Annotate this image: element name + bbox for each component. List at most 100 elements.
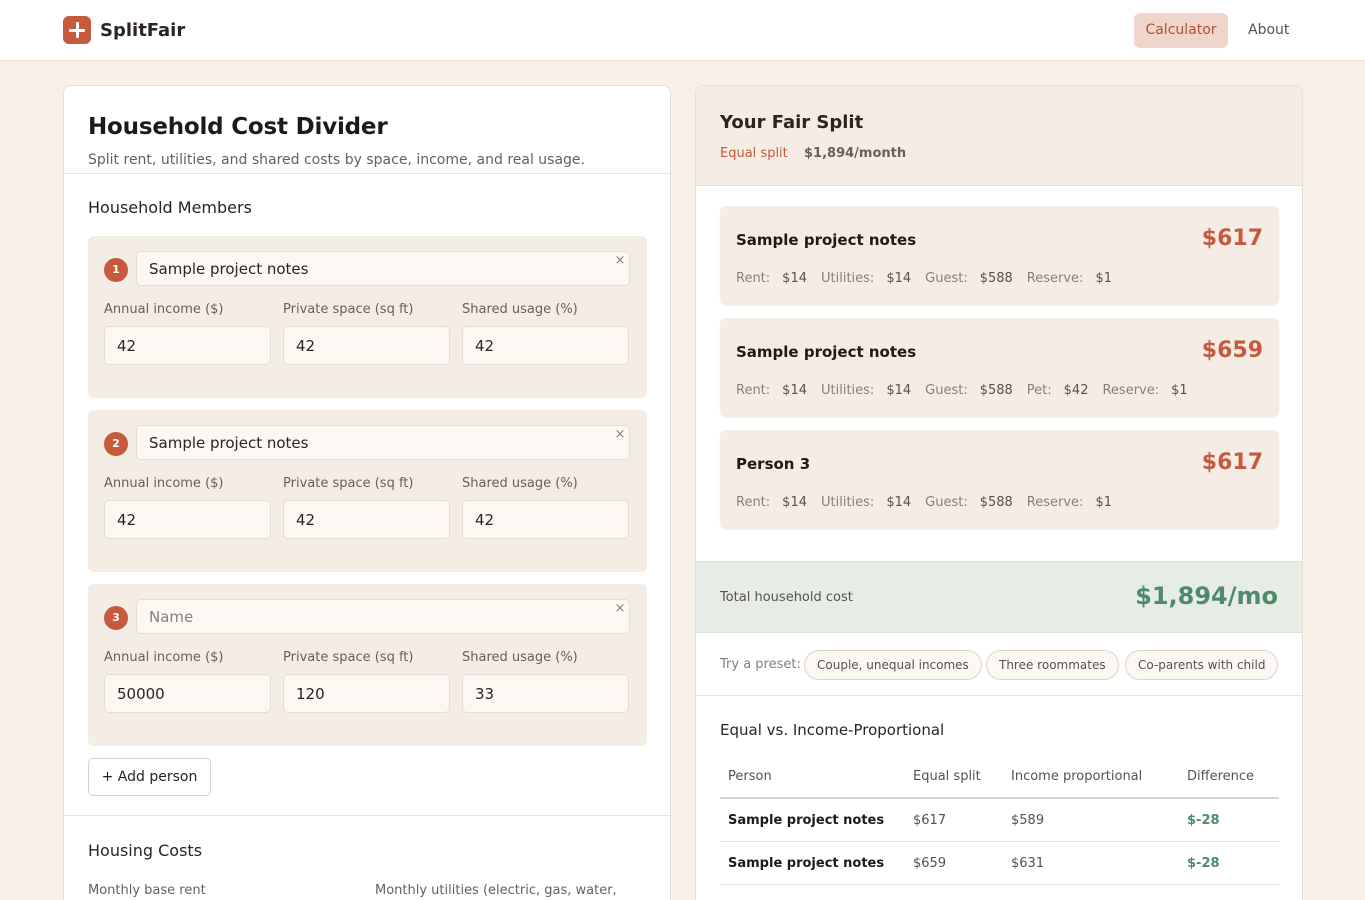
close-icon[interactable]: ×	[614, 601, 626, 616]
breakdown-value: $1	[1095, 495, 1112, 510]
breakdown-label: Reserve:	[1026, 495, 1084, 510]
income-label: Annual income ($)	[104, 650, 224, 665]
close-icon[interactable]: ×	[614, 253, 626, 268]
nav-calculator-button[interactable]: Calculator	[1134, 13, 1228, 48]
breakdown-value: $1	[1095, 271, 1112, 286]
person-amount: $617	[1201, 450, 1263, 475]
breakdown-label: Rent:	[736, 383, 771, 398]
person-name: Sample project notes	[736, 343, 917, 361]
divider	[64, 173, 670, 174]
household-total-bar: Total household cost $1,894/mo	[696, 561, 1302, 633]
cost-breakdown: Rent: $14 Utilities: $14 Guest: $588 Reserv…	[736, 495, 1126, 510]
breakdown-item: Guest: $588	[925, 383, 1013, 398]
breakdown-item: Utilities: $14	[821, 271, 911, 286]
breakdown-label: Reserve:	[1102, 383, 1160, 398]
breakdown-item: Rent: $14	[736, 271, 807, 286]
breakdown-item: Guest: $588	[925, 495, 1013, 510]
preset-label: Try a preset:	[720, 657, 801, 672]
breakdown-label: Utilities:	[821, 383, 875, 398]
breakdown-item: Reserve: $1	[1102, 383, 1187, 398]
split-mode-label: Equal split	[720, 146, 788, 161]
usage-input[interactable]	[462, 326, 629, 365]
member-number-badge: 1	[104, 258, 128, 282]
divider	[64, 815, 670, 816]
breakdown-item: Reserve: $1	[1027, 495, 1112, 510]
breakdown-item: Pet: $42	[1027, 383, 1089, 398]
divider	[696, 695, 1302, 696]
brand-name: SplitFair	[100, 20, 186, 41]
member-card: 2 × Annual income ($) Private space (sq …	[88, 410, 647, 572]
member-card: 1 × Annual income ($) Private space (sq …	[88, 236, 647, 398]
close-icon[interactable]: ×	[614, 427, 626, 442]
table-cell-proportional: $589	[1011, 813, 1045, 828]
table-row: Sample project notes $659 $631 $-28	[720, 842, 1279, 885]
breakdown-value: $588	[979, 495, 1013, 510]
breakdown-value: $14	[782, 383, 807, 398]
breakdown-value: $14	[782, 495, 807, 510]
person-amount: $617	[1201, 226, 1263, 251]
preset-roommates-button[interactable]: Three roommates	[986, 650, 1119, 680]
breakdown-label: Guest:	[925, 271, 968, 286]
calculator-card: Household Cost Divider Split rent, utili…	[63, 85, 671, 900]
breakdown-item: Utilities: $14	[821, 495, 911, 510]
income-input[interactable]	[104, 326, 271, 365]
preset-couple-button[interactable]: Couple, unequal incomes	[804, 650, 982, 680]
table-cell-person: Sample project notes	[728, 856, 885, 871]
breakdown-label: Guest:	[925, 383, 968, 398]
breakdown-value: $588	[979, 383, 1013, 398]
breakdown-item: Utilities: $14	[821, 383, 911, 398]
breakdown-value: $14	[886, 495, 912, 510]
breakdown-value: $42	[1063, 383, 1089, 398]
page-subtitle: Split rent, utilities, and shared costs …	[88, 152, 585, 168]
table-cell-difference: $-28	[1187, 813, 1220, 828]
space-input[interactable]	[283, 326, 450, 365]
summary-card: Your Fair Split Equal split $1,894/month…	[695, 85, 1303, 900]
column-header: Difference	[1187, 769, 1255, 784]
table-cell-proportional: $631	[1011, 856, 1045, 871]
breakdown-value: $588	[979, 271, 1013, 286]
preset-coparents-button[interactable]: Co-parents with child	[1125, 650, 1279, 680]
member-card: 3 × Annual income ($) Private space (sq …	[88, 584, 647, 746]
space-label: Private space (sq ft)	[283, 302, 414, 317]
breakdown-item: Guest: $588	[925, 271, 1013, 286]
table-cell-equal: $617	[913, 813, 947, 828]
space-input[interactable]	[283, 500, 450, 539]
member-number-badge: 3	[104, 606, 128, 630]
space-input[interactable]	[283, 674, 450, 713]
breakdown-value: $14	[886, 271, 912, 286]
usage-label: Shared usage (%)	[462, 650, 578, 665]
comparison-title: Equal vs. Income-Proportional	[720, 721, 945, 739]
breakdown-label: Pet:	[1026, 383, 1052, 398]
column-header: Person	[728, 769, 772, 784]
table-cell-difference: $-28	[1187, 856, 1220, 871]
income-label: Annual income ($)	[104, 476, 224, 491]
income-input[interactable]	[104, 674, 271, 713]
member-name-input[interactable]	[136, 251, 630, 286]
member-name-input[interactable]	[136, 599, 630, 634]
cost-breakdown: Rent: $14 Utilities: $14 Guest: $588 Pet: $4…	[736, 383, 1202, 398]
person-amount: $659	[1201, 338, 1263, 363]
breakdown-item: Reserve: $1	[1027, 271, 1112, 286]
utilities-label: Monthly utilities (electric, gas, water,	[375, 883, 617, 898]
breakdown-value: $1	[1171, 383, 1188, 398]
members-section-title: Household Members	[88, 198, 252, 217]
summary-title: Your Fair Split	[720, 112, 864, 133]
income-input[interactable]	[104, 500, 271, 539]
column-header: Income proportional	[1011, 769, 1143, 784]
add-person-button[interactable]: + Add person	[88, 758, 211, 796]
usage-label: Shared usage (%)	[462, 476, 578, 491]
breakdown-label: Utilities:	[821, 271, 875, 286]
table-cell-equal: $659	[913, 856, 947, 871]
comparison-table: Person Equal split Income proportional D…	[720, 756, 1279, 885]
total-value: $1,894/mo	[1135, 582, 1278, 610]
nav-about-link[interactable]: About	[1248, 22, 1289, 38]
breakdown-label: Rent:	[736, 271, 771, 286]
usage-input[interactable]	[462, 674, 629, 713]
member-name-input[interactable]	[136, 425, 630, 460]
breakdown-label: Guest:	[925, 495, 968, 510]
usage-label: Shared usage (%)	[462, 302, 578, 317]
summary-header: Your Fair Split Equal split $1,894/month	[696, 86, 1302, 186]
usage-input[interactable]	[462, 500, 629, 539]
rent-label: Monthly base rent	[88, 883, 206, 898]
page-title: Household Cost Divider	[88, 114, 388, 140]
